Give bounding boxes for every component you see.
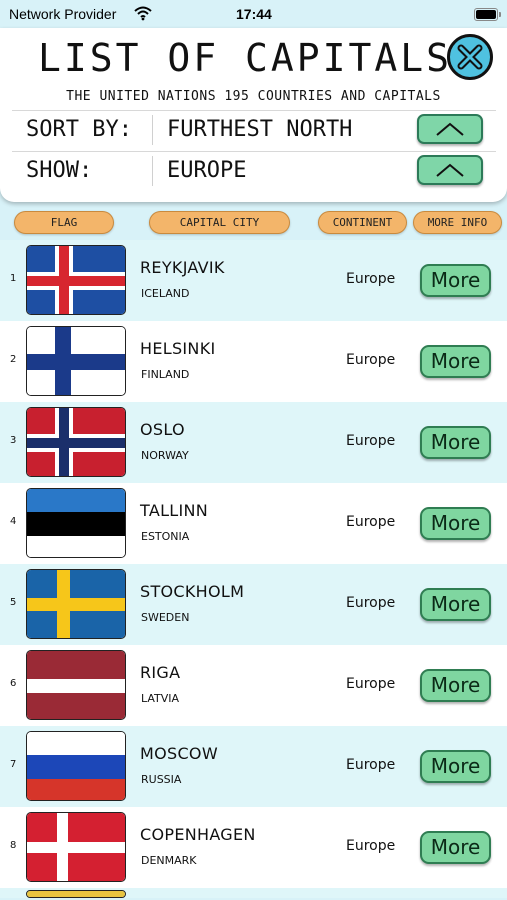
show-value[interactable]: EUROPE: [167, 158, 246, 183]
show-row: SHOW: EUROPE: [12, 151, 496, 190]
continent-name: Europe: [346, 433, 396, 449]
more-button[interactable]: More: [420, 669, 491, 702]
continent-name: Europe: [346, 514, 396, 530]
sort-picker-button[interactable]: [417, 114, 483, 144]
battery-icon: [474, 8, 501, 21]
more-button[interactable]: More: [420, 831, 491, 864]
country-name: ICELAND: [141, 287, 190, 300]
country-name: FINLAND: [141, 368, 190, 381]
table-row[interactable]: 7 MOSCOW RUSSIA Europe More: [0, 726, 507, 807]
table-row[interactable]: 5 STOCKHOLM SWEDEN Europe More: [0, 564, 507, 645]
more-button[interactable]: More: [420, 426, 491, 459]
row-number: 8: [10, 840, 17, 851]
country-name: SWEDEN: [141, 611, 190, 624]
norway-flag-icon: [26, 407, 126, 477]
page-subtitle: THE UNITED NATIONS 195 COUNTRIES AND CAP…: [66, 89, 441, 104]
row-number: 4: [10, 516, 17, 527]
sweden-flag-icon: [26, 569, 126, 639]
table-row[interactable]: 6 RIGA LATVIA Europe More: [0, 645, 507, 726]
status-bar: Network Provider 17:44: [0, 0, 507, 28]
table-row-partial: [0, 888, 507, 898]
more-button[interactable]: More: [420, 345, 491, 378]
divider: [152, 115, 153, 145]
russia-flag-icon: [26, 731, 126, 801]
capital-name: REYKJAVIK: [140, 258, 225, 277]
carrier-label: Network Provider: [9, 6, 117, 22]
row-number: 5: [10, 597, 17, 608]
table-row[interactable]: 8 COPENHAGEN DENMARK Europe More: [0, 807, 507, 888]
row-number: 6: [10, 678, 17, 689]
capital-name: MOSCOW: [140, 744, 218, 763]
sort-row: SORT BY: FURTHEST NORTH: [12, 110, 496, 149]
divider: [152, 156, 153, 186]
column-header-continent[interactable]: CONTINENT: [318, 211, 407, 234]
country-name: NORWAY: [141, 449, 189, 462]
column-header-more-info[interactable]: MORE INFO: [413, 211, 502, 234]
sort-label: SORT BY:: [26, 117, 132, 142]
header-panel: LIST OF CAPITALS THE UNITED NATIONS 195 …: [0, 28, 507, 202]
capital-name: STOCKHOLM: [140, 582, 245, 601]
close-button[interactable]: [447, 34, 493, 80]
table-row[interactable]: 4 TALLINN ESTONIA Europe More: [0, 483, 507, 564]
continent-name: Europe: [346, 838, 396, 854]
continent-name: Europe: [346, 595, 396, 611]
row-number: 2: [10, 354, 17, 365]
capital-name: OSLO: [140, 420, 185, 439]
continent-name: Europe: [346, 352, 396, 368]
row-number: 3: [10, 435, 17, 446]
clock: 17:44: [236, 6, 272, 22]
continent-name: Europe: [346, 676, 396, 692]
show-label: SHOW:: [26, 158, 93, 183]
iceland-flag-icon: [26, 245, 126, 315]
continent-name: Europe: [346, 271, 396, 287]
denmark-flag-icon: [26, 812, 126, 882]
column-header-flag[interactable]: FLAG: [14, 211, 114, 234]
finland-flag-icon: [26, 326, 126, 396]
capital-name: TALLINN: [140, 501, 209, 520]
country-name: DENMARK: [141, 854, 197, 867]
country-name: LATVIA: [141, 692, 180, 705]
wifi-icon: [134, 6, 152, 21]
partial-flag-icon: [26, 890, 126, 898]
sort-value[interactable]: FURTHEST NORTH: [167, 117, 352, 142]
more-button[interactable]: More: [420, 588, 491, 621]
chevron-up-icon: [436, 122, 464, 136]
table-row[interactable]: 1 REYKJAVIK ICELAND Europe More: [0, 240, 507, 321]
capital-name: COPENHAGEN: [140, 825, 256, 844]
row-number: 1: [10, 273, 17, 284]
chevron-up-icon: [436, 163, 464, 177]
close-icon: [457, 44, 483, 70]
table-row[interactable]: 2 HELSINKI FINLAND Europe More: [0, 321, 507, 402]
more-button[interactable]: More: [420, 507, 491, 540]
continent-name: Europe: [346, 757, 396, 773]
capitals-list[interactable]: 1 REYKJAVIK ICELAND Europe More 2 HELSIN…: [0, 240, 507, 898]
page-title: LIST OF CAPITALS: [37, 36, 453, 80]
more-button[interactable]: More: [420, 750, 491, 783]
column-header-capital[interactable]: CAPITAL CITY: [149, 211, 290, 234]
more-button[interactable]: More: [420, 264, 491, 297]
estonia-flag-icon: [26, 488, 126, 558]
table-row[interactable]: 3 OSLO NORWAY Europe More: [0, 402, 507, 483]
capital-name: RIGA: [140, 663, 181, 682]
country-name: RUSSIA: [141, 773, 182, 786]
row-number: 7: [10, 759, 17, 770]
capital-name: HELSINKI: [140, 339, 216, 358]
country-name: ESTONIA: [141, 530, 190, 543]
latvia-flag-icon: [26, 650, 126, 720]
show-picker-button[interactable]: [417, 155, 483, 185]
